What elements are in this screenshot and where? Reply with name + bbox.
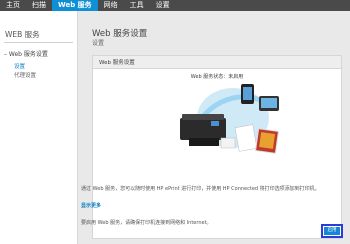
tab-settings[interactable]: 设置 [150, 0, 176, 11]
printer-icon [180, 118, 226, 140]
sidebar-item-proxy-settings[interactable]: 代理设置 [14, 71, 36, 79]
sidebar-section-web-services-settings[interactable]: – Web 服务设置 [4, 49, 48, 58]
panel-header: Web 服务设置 [93, 56, 341, 69]
web-services-description: 通过 Web 服务，您可以随时使用 HP ePrint 进行打印，并使用 HP … [81, 186, 320, 192]
printed-page-shape [220, 137, 236, 149]
eprint-illustration [180, 84, 279, 154]
learn-more-link[interactable]: 显示更多 [81, 202, 101, 209]
top-navigation: 主页 扫描 Web 服务 网络 工具 设置 [0, 0, 350, 11]
sidebar-item-setup[interactable]: 设置 [14, 62, 25, 70]
page-subtitle: 设置 [92, 40, 105, 47]
web-services-status: Web 服务状态：未启用 [190, 74, 244, 80]
tab-web-services[interactable]: Web 服务 [52, 0, 98, 11]
web-services-panel: Web 服务设置 Web 服务状态：未启用 通过 Web 服务，您可以随时使用 … [81, 55, 342, 239]
tab-home[interactable]: 主页 [0, 0, 26, 11]
sidebar: WEB 服务 – Web 服务设置 设置 代理设置 [0, 11, 78, 244]
enable-button[interactable]: 启用 [321, 224, 343, 238]
tab-network[interactable]: 网络 [98, 0, 124, 11]
sidebar-title: WEB 服务 [5, 30, 40, 39]
enable-hint: 要启用 Web 服务，请确保打印机连接到网络和 Internet。 [81, 220, 212, 226]
enable-button-label: 启用 [324, 227, 340, 235]
sidebar-divider [4, 42, 73, 43]
panel-header-title: Web 服务设置 [99, 60, 135, 66]
tab-scan[interactable]: 扫描 [26, 0, 52, 11]
tab-tools[interactable]: 工具 [124, 0, 150, 11]
printed-photo-shape [234, 124, 258, 152]
